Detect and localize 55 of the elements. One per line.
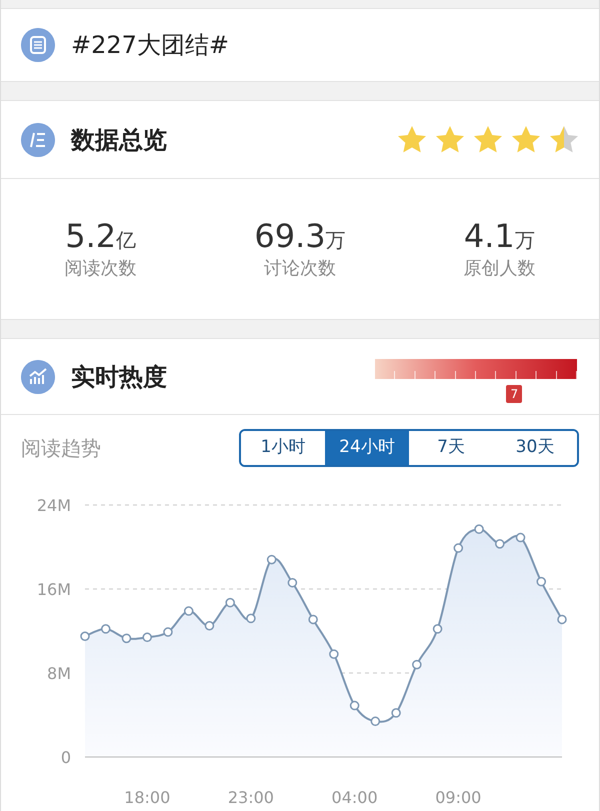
data-point [184, 606, 194, 616]
data-point [391, 708, 401, 718]
stat-unit: 万 [326, 228, 346, 252]
stat-label: 阅读次数 [64, 257, 138, 281]
chart-icon [21, 360, 55, 394]
stat-label: 原创人数 [462, 257, 536, 281]
data-point [412, 660, 422, 670]
data-point [163, 627, 173, 637]
data-point [142, 632, 152, 642]
data-point [454, 543, 464, 553]
axis-label: 23:00 [228, 788, 274, 807]
stat-value: 69.3 [254, 217, 326, 255]
data-point [474, 524, 484, 534]
stat-value: 5.2 [65, 217, 116, 255]
trend-label: 阅读趋势 [21, 435, 101, 462]
axis-label: 18:00 [124, 788, 170, 807]
data-point [122, 634, 132, 644]
overview-icon [21, 122, 55, 156]
data-point [246, 614, 256, 624]
data-point [204, 621, 214, 630]
section-title: 实时热度 [71, 362, 167, 392]
section-title: 数据总览 [71, 124, 167, 156]
axis-label: 09:00 [435, 788, 482, 807]
axis-label: 8M [47, 664, 71, 683]
list-icon [21, 28, 55, 62]
data-point [101, 624, 110, 634]
data-point [350, 700, 360, 710]
star-icon [511, 124, 541, 154]
data-point [516, 532, 526, 542]
data-point [432, 624, 442, 634]
heat-marker: 7 [506, 384, 522, 402]
axis-label: 24M [36, 496, 71, 515]
data-point [329, 649, 339, 659]
star-icon [473, 124, 503, 154]
data-point [557, 614, 567, 624]
data-point [266, 554, 276, 564]
stat-label: 讨论次数 [262, 257, 337, 281]
stat-value: 4.1 [464, 217, 515, 255]
data-point [225, 598, 235, 608]
data-point [495, 539, 505, 549]
axis-label: 04:00 [332, 788, 378, 807]
axis-label: 16M [36, 580, 71, 599]
star-icon [435, 124, 465, 154]
topic-title: #227大团结# [71, 30, 230, 61]
stat-unit: 亿 [116, 228, 136, 252]
data-point [536, 576, 546, 586]
data-point [308, 614, 318, 624]
data-point [370, 716, 380, 726]
time-range-tab[interactable]: 24小时 [325, 431, 409, 465]
star-icon [397, 124, 427, 154]
data-point [288, 578, 298, 588]
stat-unit: 万 [514, 228, 535, 252]
axis-label: 0 [60, 748, 71, 767]
data-point [80, 632, 90, 641]
star-icon [549, 124, 579, 154]
